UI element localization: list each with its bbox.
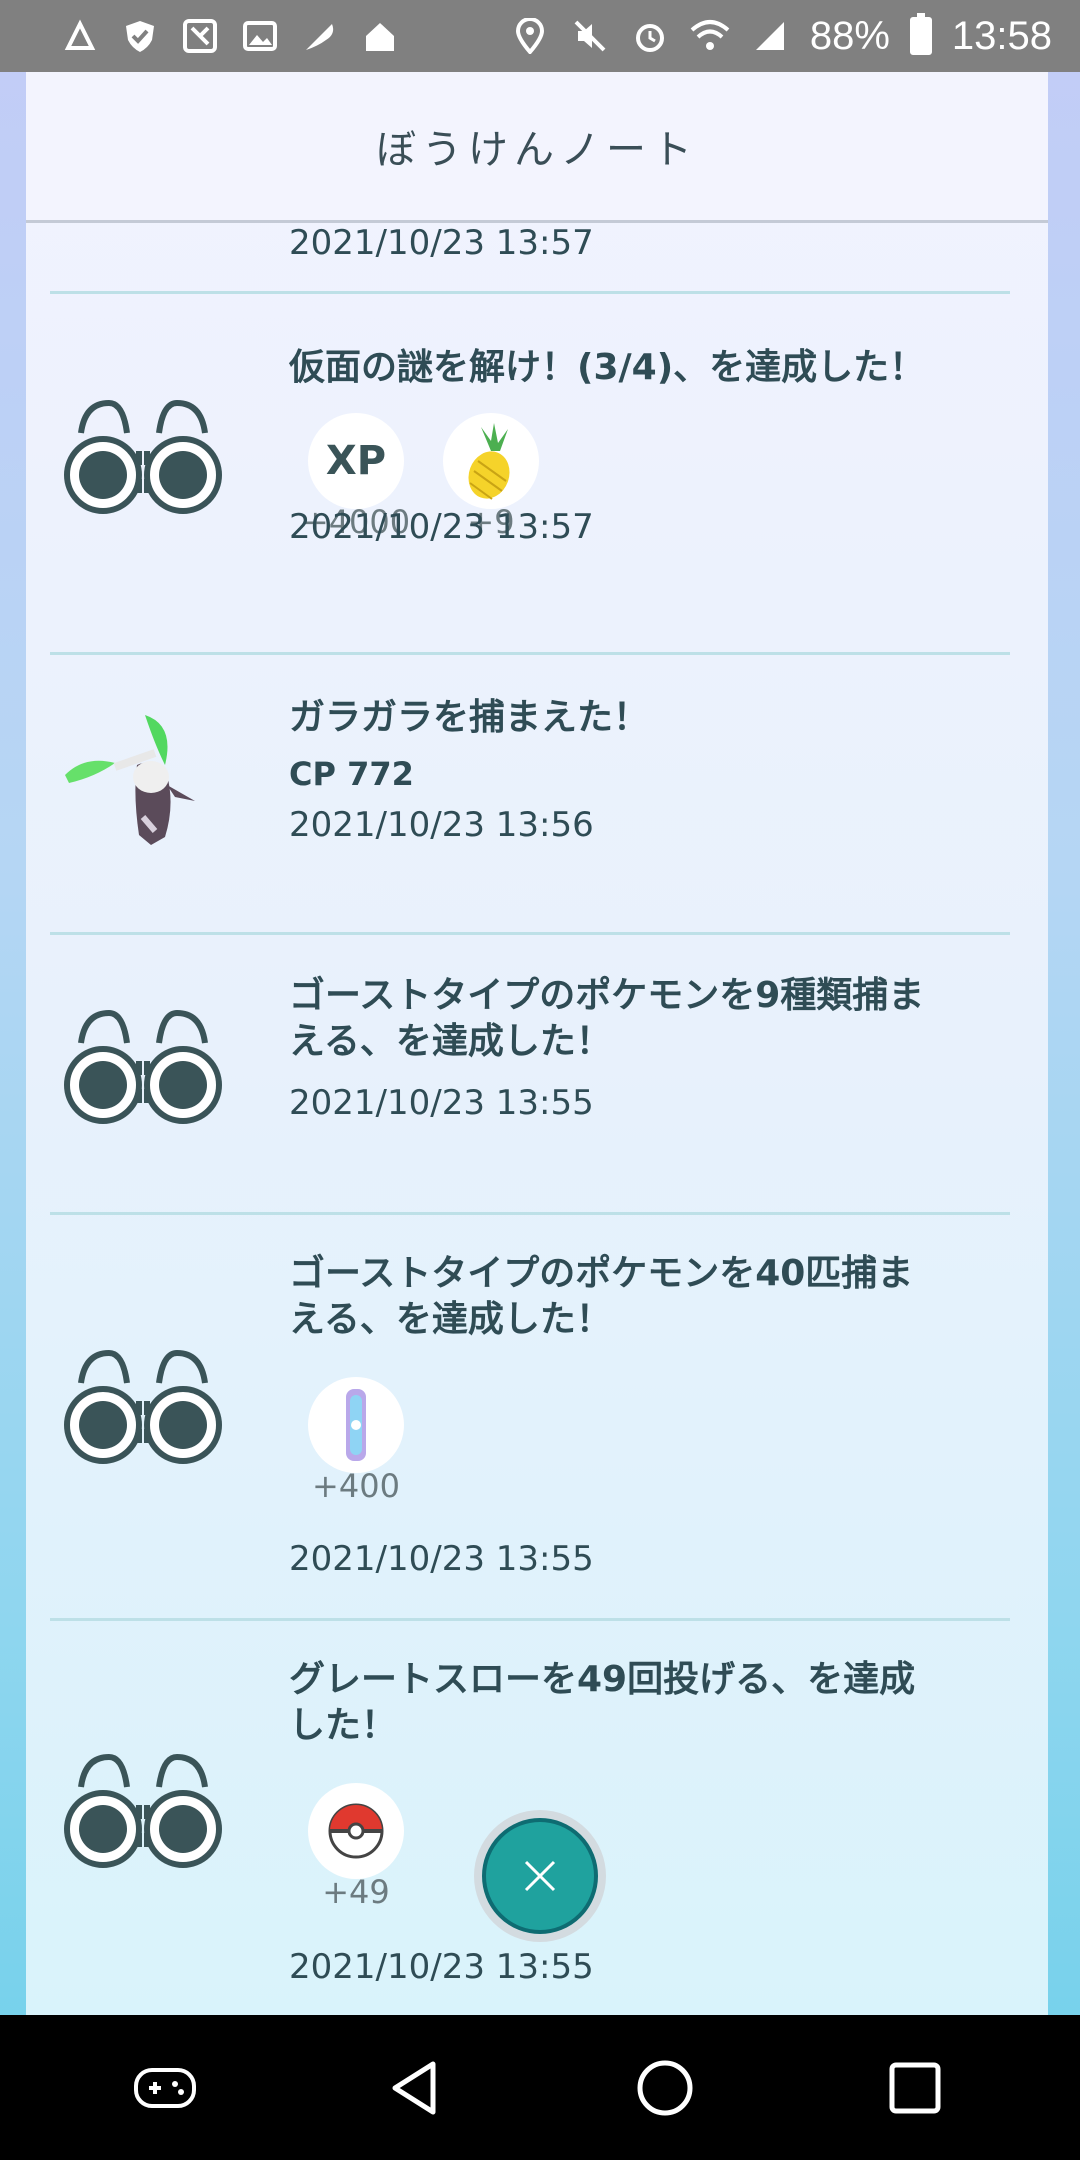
- shield-icon: [120, 16, 160, 56]
- close-icon: [482, 1818, 598, 1934]
- entry-title-line: える、を達成した！: [289, 1021, 612, 1062]
- entry-date: 2021/10/23 13:56: [289, 805, 594, 845]
- reward-pokeball: +49: [296, 1783, 416, 1911]
- entry-date: 2021/10/23 13:55: [289, 1083, 594, 1123]
- mute-icon: [570, 16, 610, 56]
- binoculars-icon: [60, 1729, 226, 1895]
- list-item[interactable]: ガラガラを捕まえた！ CP 772 2021/10/23 13:56: [26, 655, 1048, 935]
- entry-date: 2021/10/23 13:55: [289, 1539, 594, 1579]
- journal-panel: ぼうけんノート 2021/10/23 13:57 仮面の謎を解け！(3/4)、を…: [26, 72, 1048, 2015]
- xp-icon: XP: [308, 413, 404, 509]
- image-icon: [240, 16, 280, 56]
- back-button[interactable]: [370, 2043, 460, 2133]
- marowak-icon: [50, 705, 230, 855]
- entry-title: ゴーストタイプのポケモンを40匹捕ま える、を達成した！: [289, 1251, 989, 1343]
- entry-title: 仮面の謎を解け！(3/4)、を達成した！: [289, 347, 926, 388]
- binoculars-icon: [60, 985, 226, 1151]
- entry-title: ゴーストタイプのポケモンを9種類捕ま える、を達成した！: [289, 973, 989, 1065]
- entry-title: グレートスローを49回投げる、を達成 した！: [289, 1657, 989, 1749]
- reward-label: XP: [325, 438, 387, 484]
- reward-count: +49: [322, 1873, 390, 1911]
- status-bar: 88% 13:58: [0, 0, 1080, 72]
- clock: 13:58: [951, 13, 1052, 58]
- close-button[interactable]: [474, 1810, 606, 1942]
- panel-header: ぼうけんノート: [26, 72, 1048, 223]
- list-item[interactable]: 仮面の謎を解け！(3/4)、を達成した！ XP +4000 +9 2021/10…: [26, 295, 1048, 655]
- home-icon: [360, 16, 400, 56]
- notification-icon: [60, 16, 100, 56]
- entry-title-line: える、を達成した！: [289, 1299, 612, 1340]
- alarm-icon: [630, 16, 670, 56]
- pokeball-icon: [308, 1783, 404, 1879]
- entry-title-line: した！: [289, 1705, 398, 1746]
- entry-date: 2021/10/23 13:57: [289, 223, 594, 263]
- recents-button[interactable]: [870, 2043, 960, 2133]
- stardust-icon: [308, 1377, 404, 1473]
- app-icon: [180, 16, 220, 56]
- wifi-icon: [690, 16, 730, 56]
- list-item[interactable]: ゴーストタイプのポケモンを40匹捕ま える、を達成した！ +400 2021/1…: [26, 1215, 1048, 1625]
- page-title: ぼうけんノート: [376, 127, 698, 173]
- signal-icon: [750, 16, 790, 56]
- cp-value: CP 772: [289, 755, 414, 793]
- gamepad-button[interactable]: [120, 2043, 210, 2133]
- entry-title-line: ゴーストタイプのポケモンを40匹捕ま: [289, 1253, 914, 1294]
- feather-icon: [300, 16, 340, 56]
- entry-title: ガラガラを捕まえた！: [289, 697, 650, 738]
- entry-date: 2021/10/23 13:55: [289, 1947, 594, 1987]
- battery-percent: 88%: [809, 13, 890, 58]
- entry-title-line: グレートスローを49回投げる、を達成: [289, 1659, 916, 1700]
- reward-stardust: +400: [296, 1377, 416, 1505]
- list-item[interactable]: ゴーストタイプのポケモンを9種類捕ま える、を達成した！ 2021/10/23 …: [26, 935, 1048, 1215]
- entry-date: 2021/10/23 13:57: [289, 507, 594, 547]
- navigation-bar: [0, 2015, 1080, 2160]
- location-icon: [510, 16, 550, 56]
- divider: [50, 291, 1010, 294]
- binoculars-icon: [60, 375, 226, 541]
- home-button[interactable]: [620, 2043, 710, 2133]
- entry-title-line: ゴーストタイプのポケモンを9種類捕ま: [289, 975, 925, 1016]
- pineapple-icon: [443, 413, 539, 509]
- reward-count: +400: [312, 1467, 400, 1505]
- battery-icon: [909, 13, 932, 55]
- binoculars-icon: [60, 1325, 226, 1491]
